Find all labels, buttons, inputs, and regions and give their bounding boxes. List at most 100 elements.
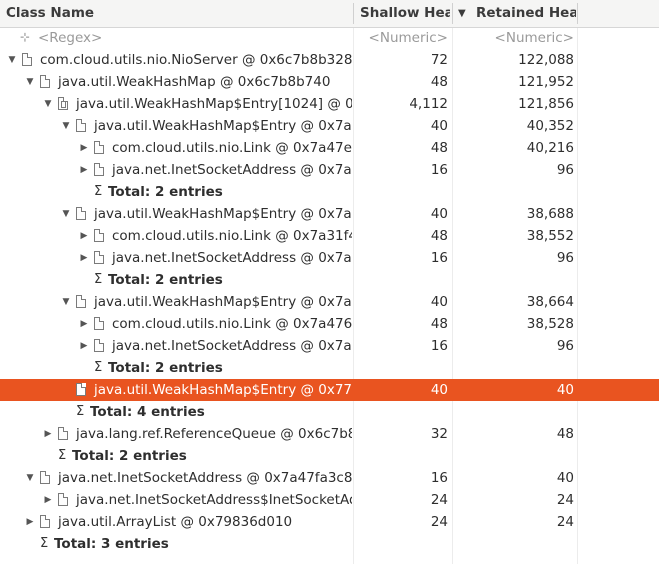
expand-arrow-right-icon[interactable]: ▶ (78, 335, 90, 357)
retained-heap-value: 38,664 (526, 294, 574, 310)
name-filter-cell[interactable]: ⊹ <Regex> (0, 27, 352, 49)
total-row[interactable]: Σ Total: 2 entries (0, 269, 659, 291)
tree-row[interactable]: ▶ java.net.InetSocketAddress @ 0x7a47e 16 9… (0, 159, 659, 181)
total-row[interactable]: Σ Total: 2 entries (0, 357, 659, 379)
tree-row[interactable]: ▶ java.util.ArrayList @ 0x79836d010 24 24 (0, 511, 659, 533)
expand-arrow-down-icon[interactable]: ▼ (24, 71, 36, 93)
class-name-cell: Σ Total: 2 entries (0, 269, 352, 291)
object-label: java.util.WeakHashMap @ 0x6c7b8b740 (58, 74, 331, 90)
class-name-cell: Σ Total: 3 entries (0, 533, 352, 555)
class-name-cell: ▼ java.util.WeakHashMap$Entry @ 0x7a476 (0, 291, 352, 313)
object-icon (40, 471, 50, 484)
expand-arrow-right-icon[interactable]: ▶ (78, 159, 90, 181)
expand-arrow-right-icon[interactable]: ▶ (78, 313, 90, 335)
object-label: java.util.WeakHashMap$Entry @ 0x7a476 (94, 294, 352, 310)
object-label: com.cloud.utils.nio.Link @ 0x7a31f4c0 (112, 228, 352, 244)
class-name-cell: Σ Total: 4 entries (0, 401, 352, 423)
shallow-heap-value: 16 (430, 338, 448, 354)
retained-filter-input[interactable]: <Numeric> (452, 27, 574, 49)
object-icon (76, 383, 86, 396)
tree-row[interactable]: ▶ java.net.InetSocketAddress @ 0x7a31f 16 9… (0, 247, 659, 269)
total-row[interactable]: Σ Total: 3 entries (0, 533, 659, 555)
total-label: Total: 4 entries (90, 404, 205, 420)
object-icon (94, 251, 104, 264)
retained-heap-value: 122,088 (518, 52, 574, 68)
tree-row[interactable]: ▼ java.util.WeakHashMap$Entry @ 0x7a476 40… (0, 291, 659, 313)
expand-arrow-right-icon[interactable]: ▶ (78, 225, 90, 247)
shallow-heap-value: 24 (430, 492, 448, 508)
column-header-class-name[interactable]: Class Name (6, 0, 346, 27)
object-label: java.util.WeakHashMap$Entry[1024] @ 0x6c (76, 96, 352, 112)
expand-arrow-right-icon[interactable]: ▶ (42, 423, 54, 445)
expand-arrow-right-icon[interactable]: ▶ (42, 489, 54, 511)
object-icon (22, 53, 32, 66)
shallow-heap-value: 48 (430, 316, 448, 332)
object-icon (94, 163, 104, 176)
tree-row[interactable]: ▶ java.net.InetSocketAddress @ 0x7a476 16 9… (0, 335, 659, 357)
column-divider[interactable] (577, 3, 578, 24)
column-divider[interactable] (353, 3, 354, 24)
tree-row[interactable]: java.util.WeakHashMap$Entry @ 0x77d2b 40 4… (0, 379, 659, 401)
object-icon (58, 427, 68, 440)
total-label: Total: 2 entries (108, 360, 223, 376)
column-header-retained-heap[interactable]: Retained Heap (476, 0, 576, 27)
tree-row[interactable]: ▼ java.net.InetSocketAddress @ 0x7a47fa3c… (0, 467, 659, 489)
retained-heap-value: 24 (556, 514, 574, 530)
object-icon (94, 141, 104, 154)
column-header-shallow-heap[interactable]: Shallow Heap (360, 0, 450, 27)
retained-heap-value: 121,952 (518, 74, 574, 90)
object-icon (94, 317, 104, 330)
tree-row[interactable]: ▶ com.cloud.utils.nio.Link @ 0x7a476a89 48… (0, 313, 659, 335)
expand-arrow-right-icon[interactable]: ▶ (24, 511, 36, 533)
shallow-filter-input[interactable]: <Numeric> (356, 27, 448, 49)
tree-row[interactable]: ▶ com.cloud.utils.nio.Link @ 0x7a31f4c0 48… (0, 225, 659, 247)
expand-arrow-right-icon[interactable]: ▶ (78, 247, 90, 269)
class-name-cell: ▶ java.net.InetSocketAddress @ 0x7a476 (0, 335, 352, 357)
expand-arrow-down-icon[interactable]: ▼ (60, 115, 72, 137)
tree-row[interactable]: ▶ java.net.InetSocketAddress$InetSocketAd… (0, 489, 659, 511)
object-label: java.net.InetSocketAddress$InetSocketAdd… (76, 492, 352, 508)
shallow-heap-value: 48 (430, 74, 448, 90)
shallow-heap-value: 40 (430, 118, 448, 134)
object-label: com.cloud.utils.nio.Link @ 0x7a47e626 (112, 140, 352, 156)
name-filter-input[interactable]: <Regex> (38, 27, 102, 49)
total-label: Total: 2 entries (108, 272, 223, 288)
retained-heap-value: 121,856 (518, 96, 574, 112)
tree-row[interactable]: ▼ java.util.WeakHashMap$Entry @ 0x7a47e 40… (0, 203, 659, 225)
tree-row[interactable]: ▶ java.lang.ref.ReferenceQueue @ 0x6c7b8c… (0, 423, 659, 445)
sum-icon: Σ (94, 272, 103, 287)
retained-heap-value: 40,352 (526, 118, 574, 134)
expand-arrow-down-icon[interactable]: ▼ (24, 467, 36, 489)
expand-arrow-down-icon[interactable]: ▼ (60, 291, 72, 313)
retained-heap-value: 40 (556, 382, 574, 398)
expand-arrow-down-icon[interactable]: ▼ (60, 203, 72, 225)
expand-arrow-down-icon[interactable]: ▼ (6, 49, 18, 71)
total-row[interactable]: Σ Total: 2 entries (0, 445, 659, 467)
tree-row[interactable]: ▼ com.cloud.utils.nio.NioServer @ 0x6c7b8… (0, 49, 659, 71)
shallow-heap-value: 48 (430, 228, 448, 244)
object-label: java.net.InetSocketAddress @ 0x7a47fa3c8 (58, 470, 352, 486)
shallow-heap-value: 40 (430, 206, 448, 222)
tree-row[interactable]: ▼ java.util.WeakHashMap$Entry @ 0x7a47e 40… (0, 115, 659, 137)
class-name-cell: ▶ java.net.InetSocketAddress$InetSocketAd… (0, 489, 352, 511)
column-divider[interactable] (452, 3, 453, 24)
retained-heap-value: 96 (556, 338, 574, 354)
total-row[interactable]: Σ Total: 2 entries (0, 181, 659, 203)
retained-heap-value: 96 (556, 162, 574, 178)
sum-icon: Σ (40, 536, 49, 551)
total-row[interactable]: Σ Total: 4 entries (0, 401, 659, 423)
class-name-cell: ▶ java.net.InetSocketAddress @ 0x7a31f (0, 247, 352, 269)
class-name-cell: ▼ java.util.WeakHashMap$Entry @ 0x7a47e (0, 203, 352, 225)
class-name-cell: Σ Total: 2 entries (0, 357, 352, 379)
sort-descending-icon: ▼ (458, 8, 466, 19)
tree-row[interactable]: ▶ com.cloud.utils.nio.Link @ 0x7a47e626 48… (0, 137, 659, 159)
retained-heap-value: 40 (556, 470, 574, 486)
class-name-cell: ▶ java.net.InetSocketAddress @ 0x7a47e (0, 159, 352, 181)
object-label: java.net.InetSocketAddress @ 0x7a476 (112, 338, 352, 354)
total-label: Total: 2 entries (108, 184, 223, 200)
tree-row[interactable]: ▼ java.util.WeakHashMap @ 0x6c7b8b740 48 12… (0, 71, 659, 93)
expand-arrow-down-icon[interactable]: ▼ (42, 93, 54, 115)
expand-arrow-right-icon[interactable]: ▶ (78, 137, 90, 159)
sum-icon: Σ (58, 448, 67, 463)
tree-row[interactable]: ▼ java.util.WeakHashMap$Entry[1024] @ 0x6… (0, 93, 659, 115)
